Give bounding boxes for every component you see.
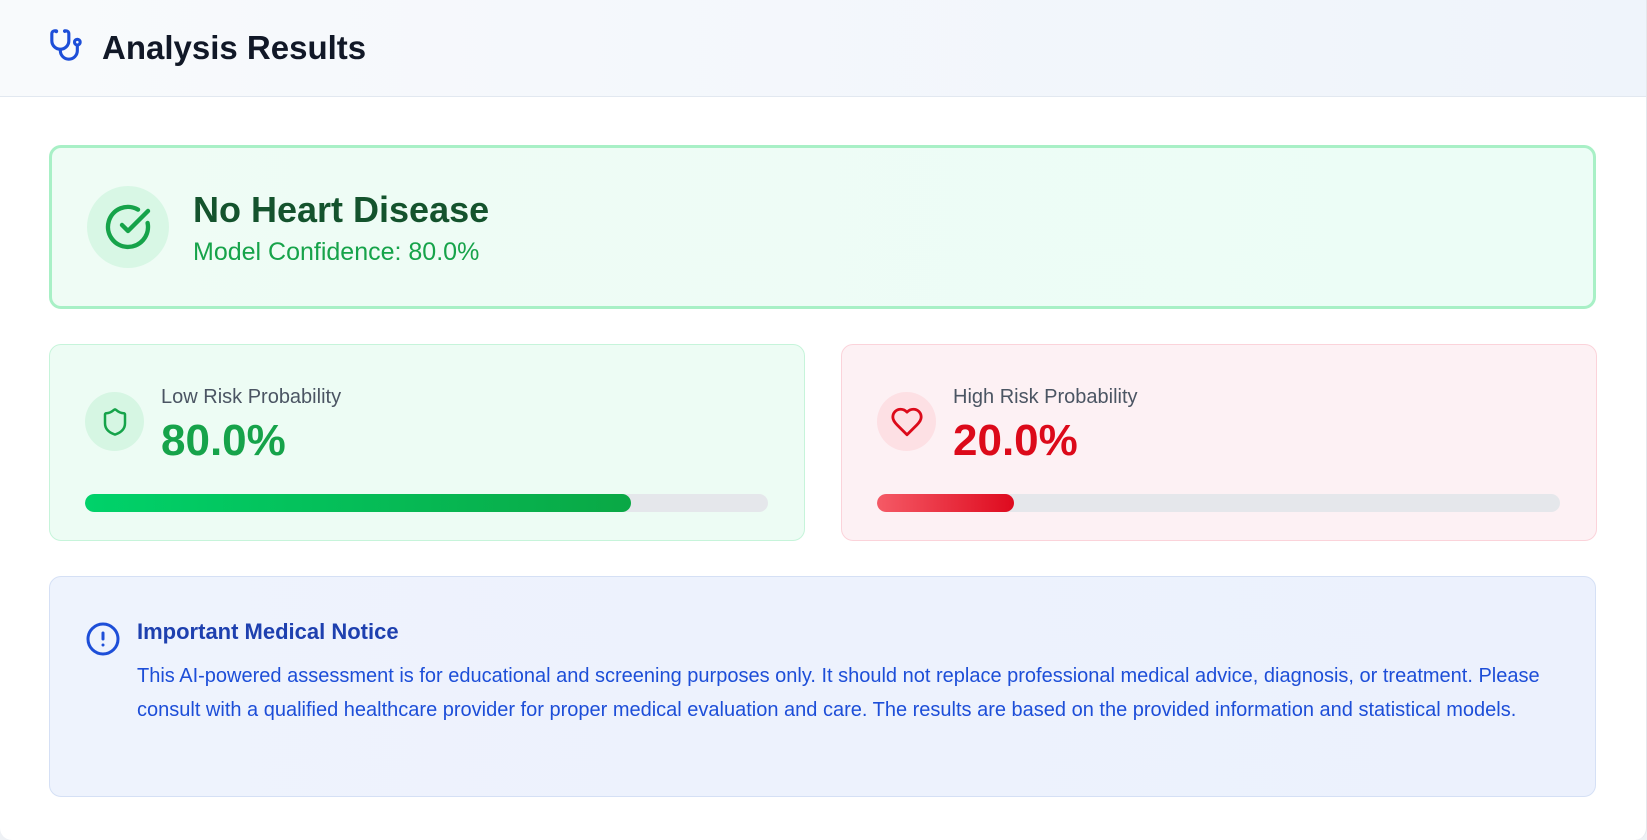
- notice-text: This AI-powered assessment is for educat…: [137, 665, 1540, 721]
- card-header: Analysis Results: [0, 0, 1646, 97]
- medical-notice: Important Medical Notice This AI-powered…: [49, 576, 1596, 797]
- check-circle-icon: [105, 204, 151, 250]
- page-title: Analysis Results: [102, 29, 367, 66]
- high-risk-progress-fill: [877, 494, 1014, 512]
- prediction-result-box: No Heart Disease Model Confidence: 80.0%: [49, 145, 1596, 309]
- alert-circle-icon: [86, 622, 120, 656]
- result-text: No Heart Disease Model Confidence: 80.0%: [193, 188, 489, 267]
- high-risk-icon-container: [877, 392, 936, 451]
- high-risk-value: 20.0%: [953, 416, 1078, 465]
- low-risk-label: Low Risk Probability: [161, 386, 342, 408]
- high-risk-card: High Risk Probability 20.0%: [841, 344, 1597, 541]
- low-risk-card: Low Risk Probability 80.0%: [49, 344, 805, 541]
- result-icon-container: [87, 186, 169, 268]
- heart-icon: [890, 407, 923, 436]
- high-risk-progress-track: [877, 494, 1560, 512]
- low-risk-progress-fill: [85, 494, 632, 512]
- shield-icon: [103, 407, 126, 436]
- low-risk-value: 80.0%: [161, 416, 286, 465]
- model-confidence: Model Confidence: 80.0%: [193, 237, 480, 266]
- stethoscope-icon: [50, 29, 82, 61]
- prediction-title: No Heart Disease: [193, 188, 490, 230]
- notice-title: Important Medical Notice: [137, 619, 399, 644]
- low-risk-icon-container: [85, 392, 144, 451]
- analysis-results-card: Analysis Results No Heart Disease Model …: [0, 0, 1647, 840]
- high-risk-label: High Risk Probability: [953, 386, 1138, 408]
- low-risk-progress-track: [85, 494, 768, 512]
